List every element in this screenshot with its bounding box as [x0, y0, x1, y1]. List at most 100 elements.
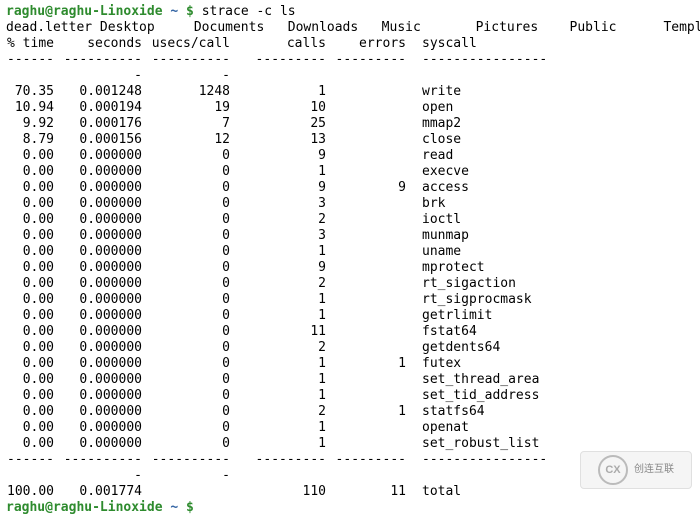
cell: 0.00	[6, 148, 62, 164]
cell: 1	[238, 372, 334, 388]
cell: 0.000176	[62, 116, 150, 132]
cell	[334, 308, 414, 324]
cell: write	[414, 84, 694, 100]
cell: 0	[150, 164, 238, 180]
cell: 0.00	[6, 356, 62, 372]
cell: 9.92	[6, 116, 62, 132]
cell: 0	[150, 356, 238, 372]
cell: 0.000000	[62, 164, 150, 180]
cell: 0.00	[6, 196, 62, 212]
cell: uname	[414, 244, 694, 260]
cell: 0.000000	[62, 388, 150, 404]
cell: statfs64	[414, 404, 694, 420]
cell: getdents64	[414, 340, 694, 356]
prompt-userhost: raghu@raghu-Linoxide	[6, 4, 163, 19]
table-row: 0.000.000000011futex	[6, 356, 694, 372]
cell: munmap	[414, 228, 694, 244]
cell: futex	[414, 356, 694, 372]
cell: 0	[150, 244, 238, 260]
cell: 0.000000	[62, 340, 150, 356]
cell: 0	[150, 404, 238, 420]
cell: 0.000000	[62, 244, 150, 260]
cell: 10	[238, 100, 334, 116]
cell: 0	[150, 420, 238, 436]
ls-output: dead.letter Desktop Documents Downloads …	[6, 20, 694, 36]
cell: 9	[334, 180, 414, 196]
cell: 0.000000	[62, 148, 150, 164]
cell: openat	[414, 420, 694, 436]
cell: rt_sigprocmask	[414, 292, 694, 308]
hdr-time: % time	[6, 36, 62, 52]
cell	[334, 164, 414, 180]
cell	[334, 436, 414, 452]
cell: 0.000000	[62, 356, 150, 372]
cell: 0	[150, 276, 238, 292]
cell: 2	[238, 276, 334, 292]
cell: 9	[238, 148, 334, 164]
table-row: 0.000.00000002getdents64	[6, 340, 694, 356]
cell: 3	[238, 228, 334, 244]
cell: 0.00	[6, 276, 62, 292]
cell: 0	[150, 148, 238, 164]
cell: 1	[238, 292, 334, 308]
cell: 13	[238, 132, 334, 148]
hdr-seconds: seconds	[62, 36, 150, 52]
cell: 0	[150, 388, 238, 404]
table-row: 0.000.000000021statfs64	[6, 404, 694, 420]
cell: 0	[150, 228, 238, 244]
cell	[334, 388, 414, 404]
cell: 0	[150, 180, 238, 196]
cell: 0	[150, 340, 238, 356]
table-row: 0.000.00000001openat	[6, 420, 694, 436]
terminal[interactable]: raghu@raghu-Linoxide ~ $ strace -c ls de…	[0, 0, 700, 517]
cell: 0.000000	[62, 420, 150, 436]
cell	[334, 324, 414, 340]
cell: 0	[150, 196, 238, 212]
cell: 0.00	[6, 308, 62, 324]
table-row: 0.000.00000001execve	[6, 164, 694, 180]
cell: execve	[414, 164, 694, 180]
cell: 0.000000	[62, 372, 150, 388]
table-row: 0.000.00000001getrlimit	[6, 308, 694, 324]
cell: 0	[150, 260, 238, 276]
table-row: 0.000.00000009mprotect	[6, 260, 694, 276]
cell: 0.000000	[62, 260, 150, 276]
table-row: 0.000.00000001set_robust_list	[6, 436, 694, 452]
cell: 1	[334, 404, 414, 420]
cell: 10.94	[6, 100, 62, 116]
table-row: 0.000.00000001set_thread_area	[6, 372, 694, 388]
cell	[334, 420, 414, 436]
cell: 0	[150, 212, 238, 228]
cell: 0.00	[6, 212, 62, 228]
table-row: 0.000.00000002rt_sigaction	[6, 276, 694, 292]
table-row: 0.000.00000001set_tid_address	[6, 388, 694, 404]
prompt-line-2[interactable]: raghu@raghu-Linoxide ~ $	[6, 500, 694, 516]
cell	[334, 228, 414, 244]
table-row: 0.000.00000003munmap	[6, 228, 694, 244]
cell: 11	[238, 324, 334, 340]
hdr-syscall: syscall	[414, 36, 694, 52]
cell: set_thread_area	[414, 372, 694, 388]
cell: 0.000000	[62, 308, 150, 324]
cell: 9	[238, 180, 334, 196]
dash-row-1: ------ ----------- ----------- ---------…	[6, 52, 694, 84]
cell: 70.35	[6, 84, 62, 100]
table-row: 0.000.000000099access	[6, 180, 694, 196]
cell: 2	[238, 404, 334, 420]
cell: 3	[238, 196, 334, 212]
cell: 0.000194	[62, 100, 150, 116]
cell: 0.00	[6, 164, 62, 180]
cell: 0.00	[6, 404, 62, 420]
table-row: 0.000.00000002ioctl	[6, 212, 694, 228]
cell: 8.79	[6, 132, 62, 148]
cell: 0.000000	[62, 292, 150, 308]
table-row: 9.920.000176725mmap2	[6, 116, 694, 132]
cell: 0.000000	[62, 404, 150, 420]
cell: mmap2	[414, 116, 694, 132]
watermark-logo: CX	[598, 455, 628, 485]
cell	[334, 260, 414, 276]
total-time: 100.00	[6, 484, 62, 500]
watermark: CX 创连互联	[580, 451, 692, 489]
cell	[334, 148, 414, 164]
cell: 9	[238, 260, 334, 276]
